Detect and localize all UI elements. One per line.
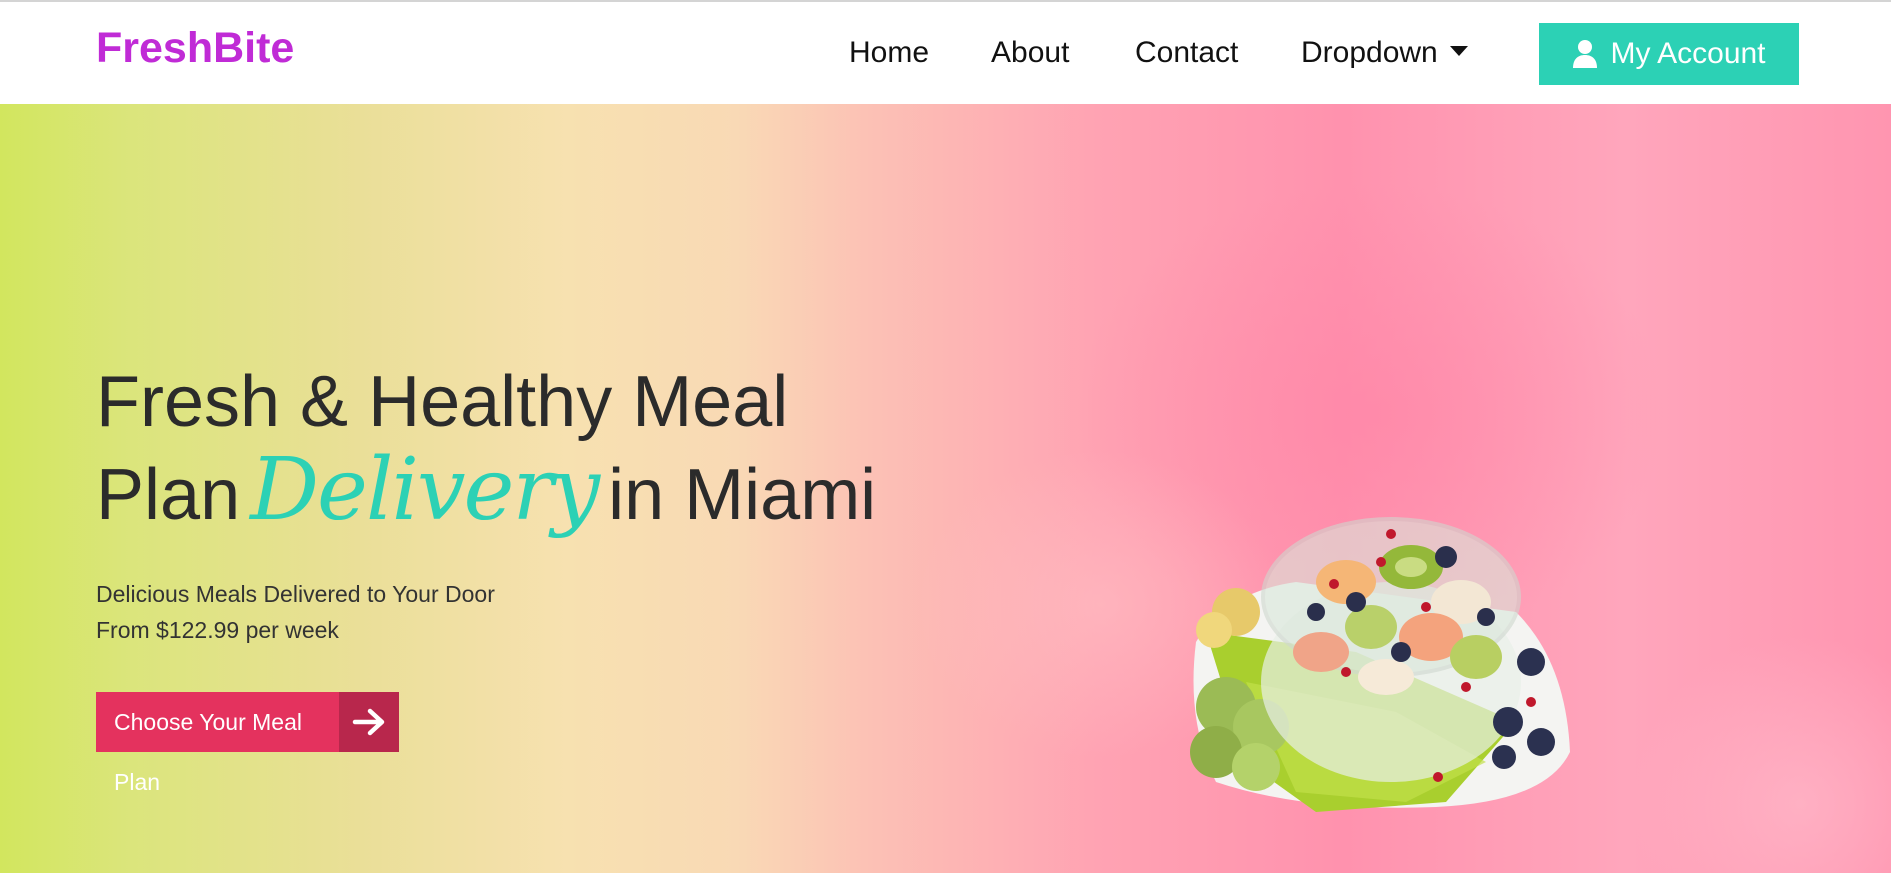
hero-price: From $122.99 per week — [96, 617, 339, 643]
hero-title: Fresh & Healthy Meal Plan Delivery in Miam… — [96, 358, 876, 539]
hero-title-suffix: in Miami — [608, 455, 877, 535]
hero-title-line-1: Fresh & Healthy Meal — [96, 362, 789, 442]
hero-title-line-2: Plan Delivery in Miami — [96, 446, 876, 539]
nav-dropdown-label: Dropdown — [1301, 36, 1438, 69]
caret-down-icon — [1449, 46, 1468, 57]
choose-meal-plan-label: Choose Your Meal Plan — [96, 692, 339, 795]
hero-subtitle: Delicious Meals Delivered to Your Door — [96, 581, 495, 607]
hero-title-accent: Delivery — [250, 440, 600, 540]
hero-title-prefix: Plan — [96, 455, 241, 535]
brand-logo[interactable]: FreshBite — [96, 24, 294, 73]
my-account-button[interactable]: My Account — [1539, 23, 1799, 85]
choose-meal-plan-button[interactable]: Choose Your Meal Plan — [96, 692, 399, 795]
hero-section: Fresh & Healthy Meal Plan Delivery in Miam… — [0, 104, 1891, 873]
nav-dropdown[interactable]: Dropdown — [1301, 36, 1468, 70]
fruit-salad-image — [1190, 517, 1570, 812]
my-account-label: My Account — [1610, 37, 1766, 70]
nav-about[interactable]: About — [991, 36, 1069, 70]
site-header: FreshBite Home About Contact Dropdown My… — [0, 2, 1891, 104]
nav-home[interactable]: Home — [849, 36, 929, 70]
nav-contact[interactable]: Contact — [1135, 36, 1238, 70]
arrow-right-icon — [339, 692, 399, 752]
user-icon — [1573, 40, 1598, 68]
